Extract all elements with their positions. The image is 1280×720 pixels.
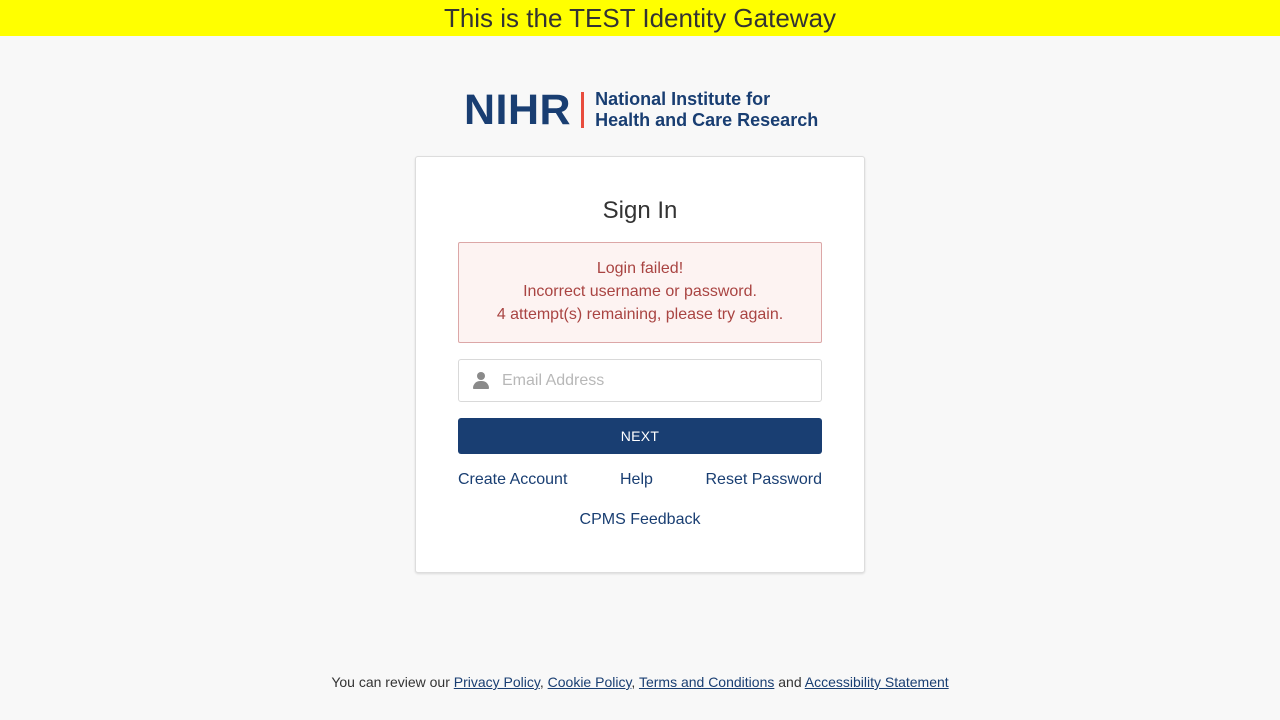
logo-line-1: National Institute for	[595, 89, 771, 109]
test-environment-banner: This is the TEST Identity Gateway	[0, 0, 1280, 36]
footer-prefix: You can review our	[331, 674, 450, 690]
footer-separator: ,	[539, 674, 544, 690]
cpms-feedback-link[interactable]: CPMS Feedback	[580, 511, 701, 528]
terms-link[interactable]: Terms and Conditions	[639, 674, 774, 690]
reset-password-link[interactable]: Reset Password	[706, 470, 823, 490]
feedback-row: CPMS Feedback	[416, 510, 864, 530]
email-input[interactable]	[502, 360, 802, 401]
error-heading: Login failed!	[596, 260, 684, 277]
cookie-policy-link[interactable]: Cookie Policy	[548, 674, 632, 690]
sign-in-card: Sign In Login failed! Incorrect username…	[415, 156, 865, 573]
next-button[interactable]: NEXT	[458, 418, 822, 454]
logo-mark: NIHR	[464, 86, 572, 134]
page-title: Sign In	[602, 197, 678, 224]
logo-line-2: Health and Care Research	[595, 110, 819, 130]
account-links: Create Account Help Reset Password	[458, 470, 822, 490]
attempts-remaining: 4 attempt(s) remaining, please try again…	[496, 306, 784, 323]
help-link[interactable]: Help	[620, 470, 653, 490]
footer-and: and	[778, 674, 802, 690]
logo-text: National Institute for Health and Care R…	[595, 89, 818, 131]
login-error-alert: Login failed! Incorrect username or pass…	[458, 242, 822, 343]
accessibility-statement-link[interactable]: Accessibility Statement	[805, 674, 949, 690]
user-icon	[473, 371, 489, 390]
email-field-group	[458, 359, 822, 402]
footer-separator: ,	[631, 674, 636, 690]
privacy-policy-link[interactable]: Privacy Policy	[454, 674, 540, 690]
nihr-logo: NIHR National Institute for Health and C…	[464, 88, 818, 132]
footer: You can review our Privacy Policy, Cooki…	[0, 673, 1280, 691]
error-message: Incorrect username or password.	[523, 283, 757, 300]
logo-divider	[581, 92, 585, 128]
create-account-link[interactable]: Create Account	[458, 470, 567, 490]
